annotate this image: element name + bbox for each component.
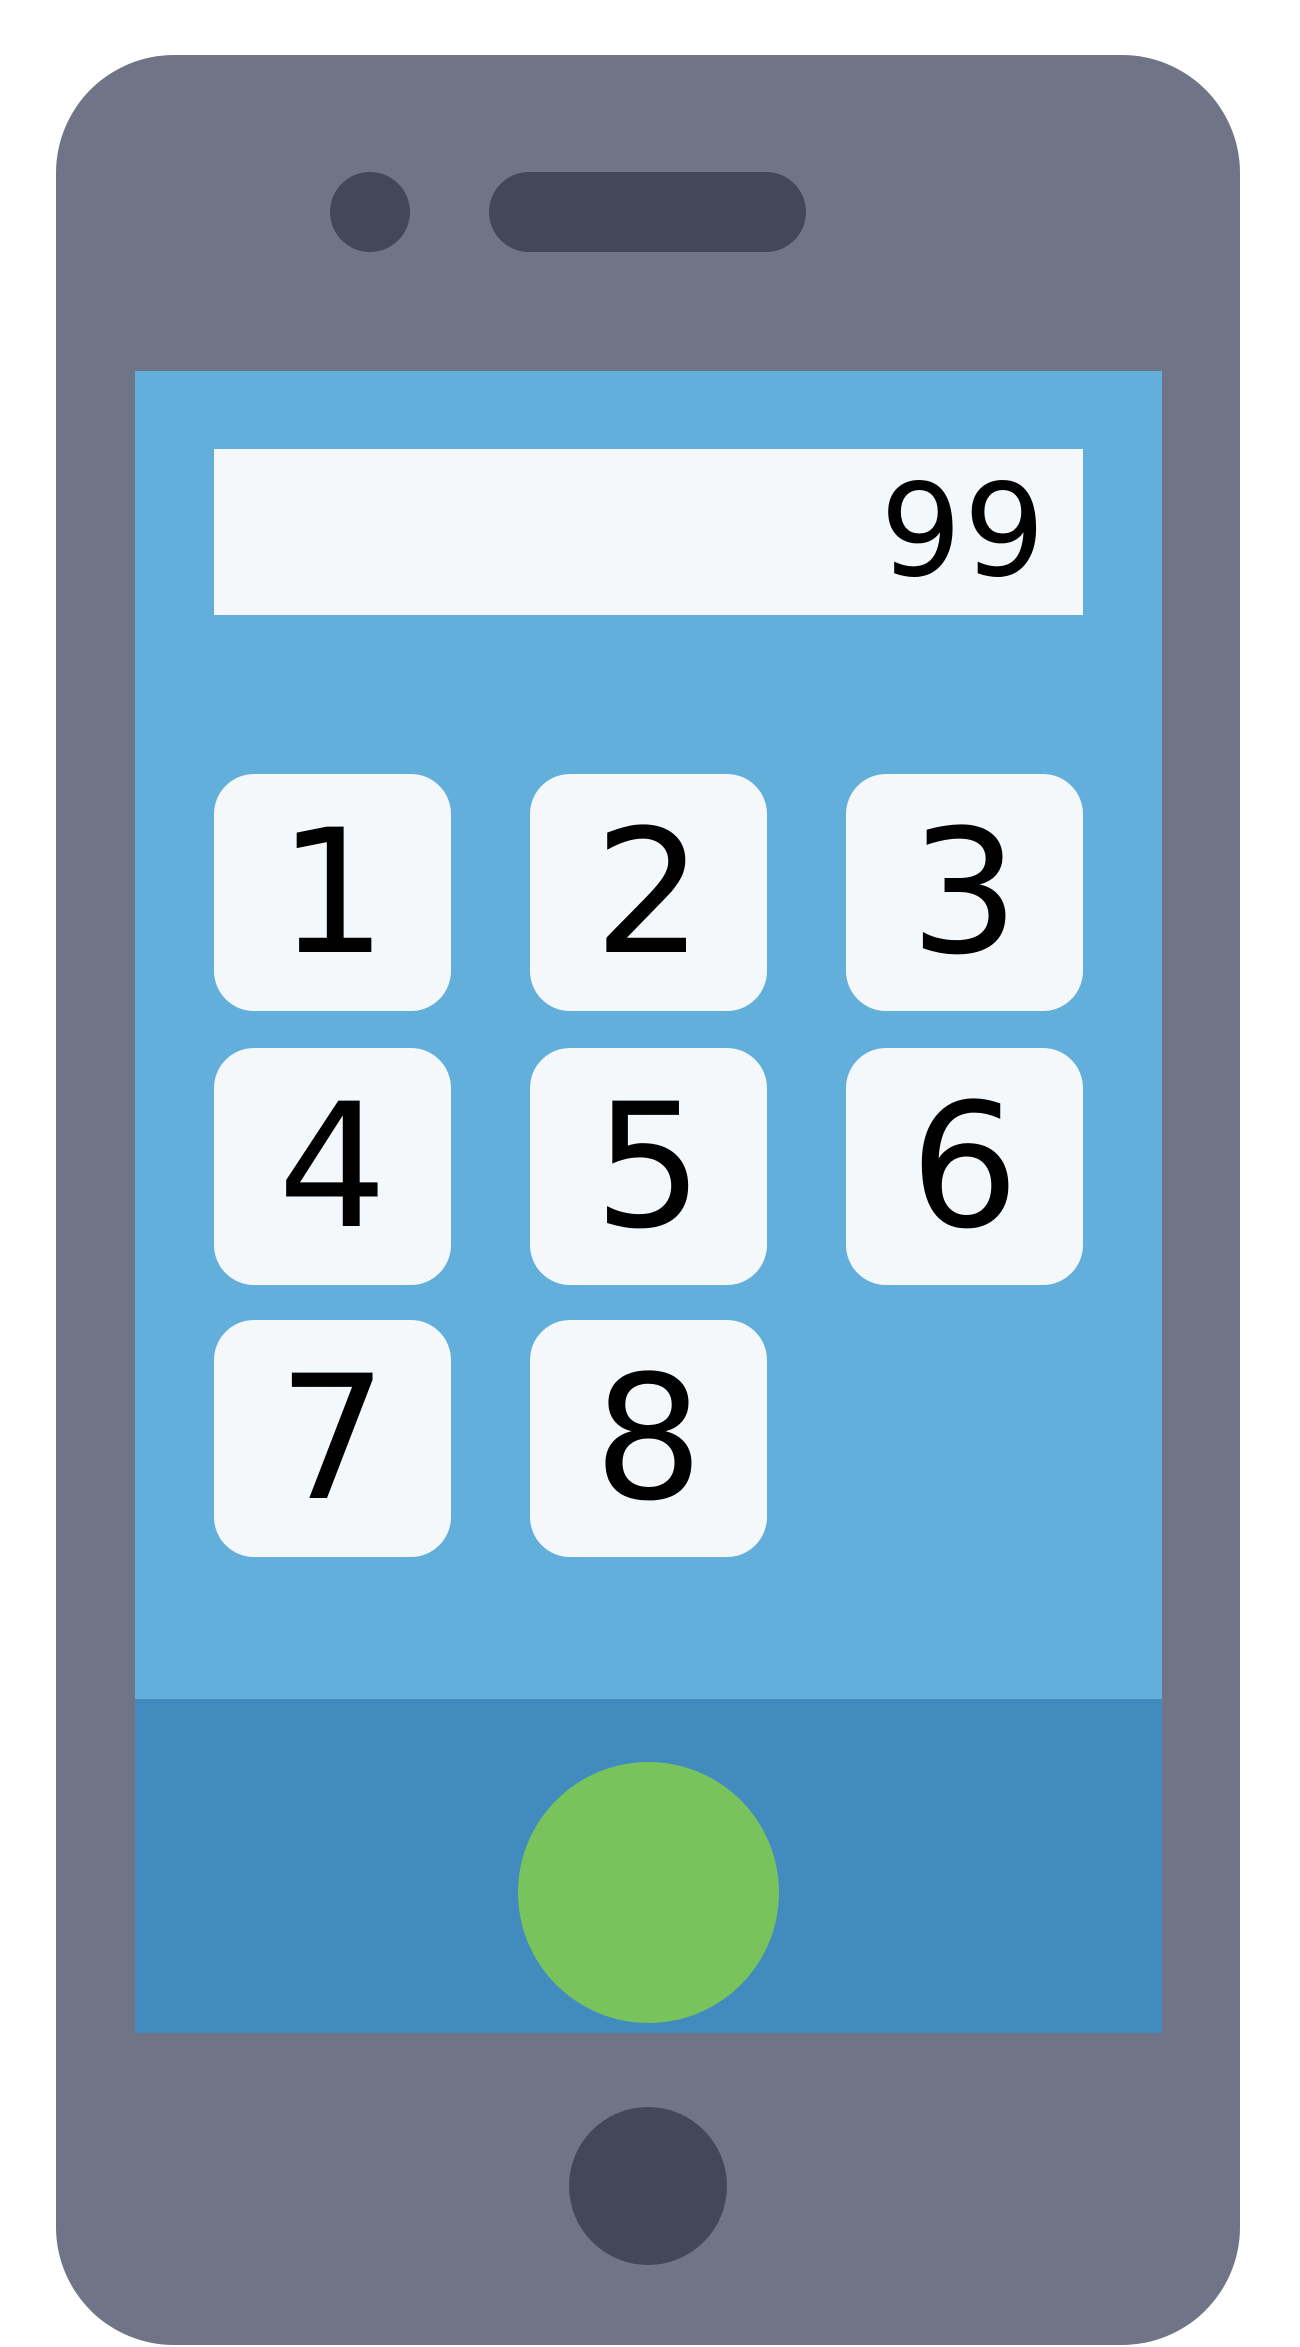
key-5[interactable]: 5 <box>530 1048 767 1285</box>
phone-screen: 99 1 2 3 4 5 6 7 8 <box>135 371 1162 2033</box>
key-8[interactable]: 8 <box>530 1320 767 1557</box>
home-button-icon[interactable] <box>569 2107 727 2265</box>
key-3[interactable]: 3 <box>846 774 1083 1011</box>
number-keypad: 1 2 3 4 5 6 7 8 <box>214 774 1083 1564</box>
key-4[interactable]: 4 <box>214 1048 451 1285</box>
key-7[interactable]: 7 <box>214 1320 451 1557</box>
key-6[interactable]: 6 <box>846 1048 1083 1285</box>
key-2[interactable]: 2 <box>530 774 767 1011</box>
earpiece-speaker-icon <box>489 172 806 252</box>
key-1[interactable]: 1 <box>214 774 451 1011</box>
front-camera-icon <box>330 172 410 252</box>
illustration-stage: 99 1 2 3 4 5 6 7 8 <box>0 0 1300 2347</box>
call-button-icon[interactable] <box>518 1762 779 2023</box>
call-bar <box>135 1699 1162 2033</box>
dial-display: 99 <box>214 449 1083 615</box>
smartphone-body: 99 1 2 3 4 5 6 7 8 <box>56 55 1240 2345</box>
